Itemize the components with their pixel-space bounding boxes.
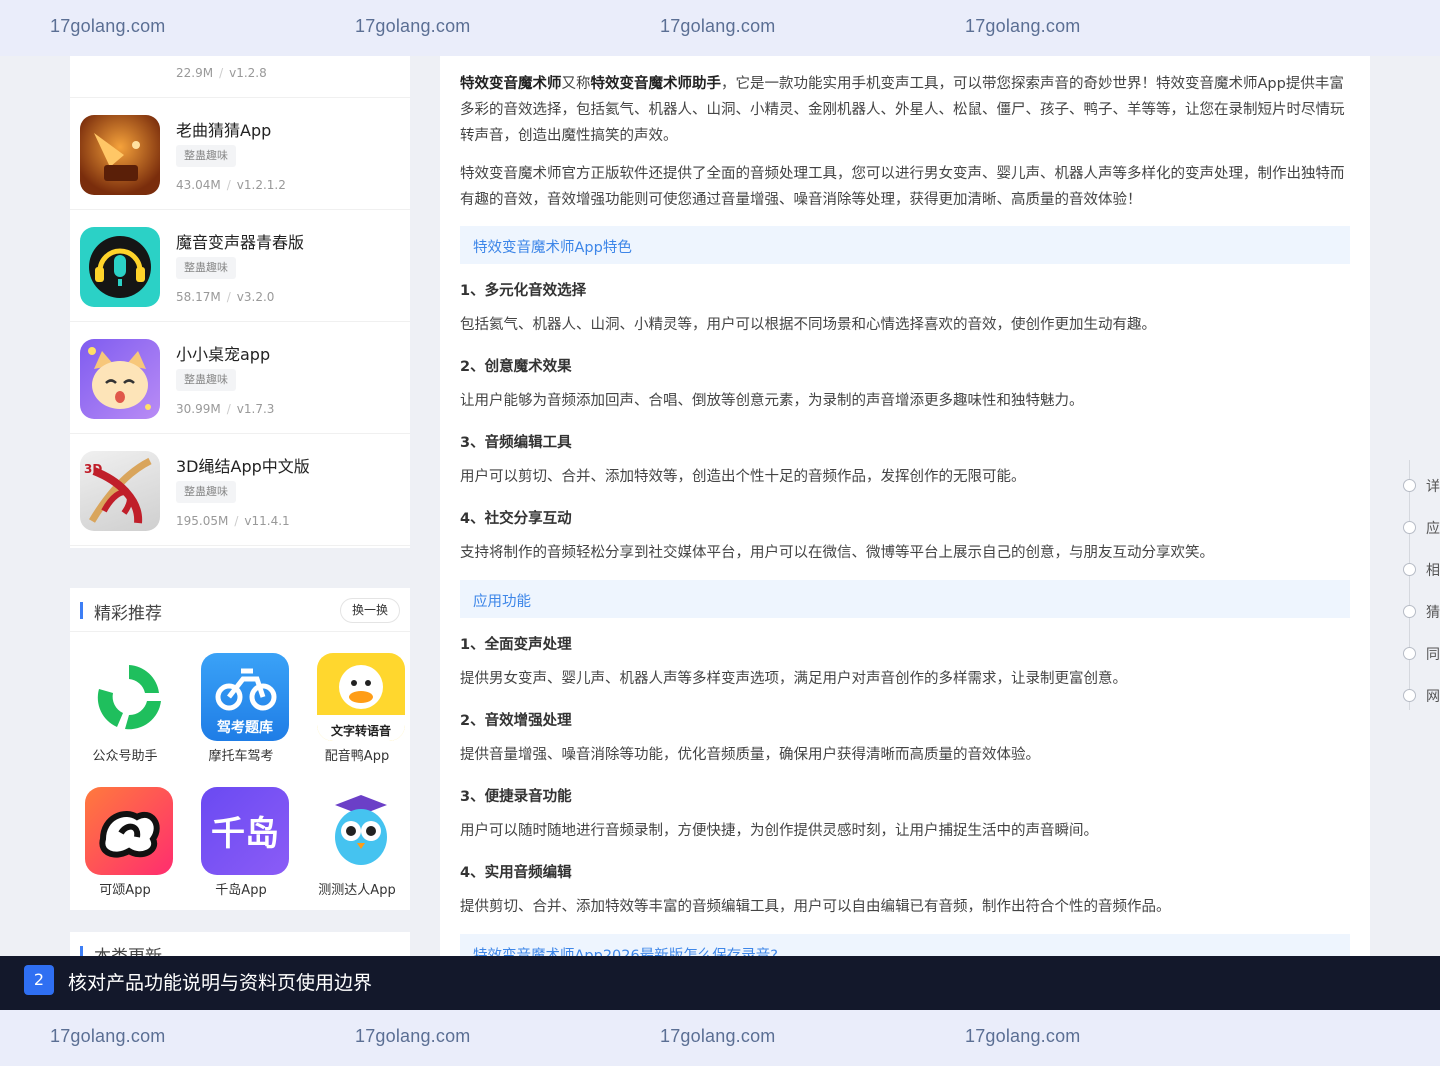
watermark-text: 17golang.com: [50, 1026, 166, 1046]
nav-item[interactable]: 相: [1426, 560, 1440, 580]
recommend-item-label: 摩托车驾考: [208, 749, 274, 764]
nav-dot[interactable]: [1403, 605, 1416, 618]
motorcycle-icon: 驾考题库: [201, 653, 289, 741]
item-heading: 2、音效增强处理: [460, 713, 572, 729]
icon-caption: 千岛: [211, 814, 279, 854]
article-content: 特效变音魔术师又称特效变音魔术师助手，它是一款功能实用手机变声工具，可以带您探索…: [440, 0, 1370, 956]
watermark-text: 17golang.com: [660, 1026, 776, 1046]
intro-paragraph: 特效变音魔术师又称特效变音魔术师助手，它是一款功能实用手机变声工具，可以带您探索…: [460, 76, 1345, 144]
wechat-assistant-icon: [85, 653, 173, 741]
item-heading: 3、音频编辑工具: [460, 435, 572, 451]
item-text: 提供剪切、合并、添加特效等丰富的音频编辑工具，用户可以自由编辑已有音频，制作出符…: [460, 899, 1171, 915]
item-heading: 1、多元化音效选择: [460, 283, 587, 299]
watermark-text: 17golang.com: [50, 16, 166, 36]
item-text: 支持将制作的音频轻松分享到社交媒体平台，用户可以在微信、微博等平台上展示自己的创…: [460, 545, 1214, 561]
app-meta: 195.05M / v11.4.1: [176, 514, 290, 528]
croissant-icon: [85, 787, 173, 875]
recommend-item[interactable]: 测测达人App: [302, 787, 412, 907]
item-heading: 1、全面变声处理: [460, 637, 572, 653]
left-sidebar: 22.9M / v1.2.8 老曲猜猜App 整蛊趣味 43.04M / v1.2.1.…: [70, 0, 410, 1012]
nav-dot[interactable]: [1403, 479, 1416, 492]
intro-paragraph-2: 特效变音魔术师官方正版软件还提供了全面的音频处理工具，您可以进行男女变声、婴儿声…: [460, 166, 1345, 208]
step-caption-bar: 2 核对产品功能说明与资料页使用边界: [0, 956, 1440, 1010]
watermark-text: 17golang.com: [355, 16, 471, 36]
step-number-badge: 2: [24, 965, 54, 995]
item-text: 包括氦气、机器人、山洞、小精灵等，用户可以根据不同场景和心情选择喜欢的音效，使创…: [460, 317, 1156, 333]
step-caption-text: 核对产品功能说明与资料页使用边界: [68, 972, 373, 994]
cat-pet-icon: [80, 339, 160, 419]
recommend-item[interactable]: 千岛 千岛App: [186, 787, 296, 907]
qiandao-icon: 千岛: [201, 787, 289, 875]
recommend-item[interactable]: 公众号助手: [70, 653, 180, 773]
nav-dot[interactable]: [1403, 563, 1416, 576]
list-item[interactable]: 魔音变声器青春版 整蛊趣味 58.17M / v3.2.0: [70, 210, 410, 322]
gramophone-icon: [80, 115, 160, 195]
item-heading: 4、社交分享互动: [460, 511, 572, 527]
section-header: 特效变音魔术师App特色: [460, 226, 1350, 264]
svg-text:3D: 3D: [84, 462, 102, 476]
item-text: 用户可以随时随地进行音频录制，方便快捷，为创作提供灵感时刻，让用户捕捉生活中的声…: [460, 823, 1098, 839]
app-meta: 58.17M / v3.2.0: [176, 290, 275, 304]
item-text: 提供男女变声、婴儿声、机器人声等多样变声选项，满足用户对声音创作的多样需求，让录…: [460, 671, 1127, 687]
recommend-item-label: 配音鸭App: [324, 749, 390, 764]
microphone-icon: [80, 227, 160, 307]
app-list: 22.9M / v1.2.8 老曲猜猜App 整蛊趣味 43.04M / v1.2.1.…: [70, 0, 410, 548]
section-header: 应用功能: [460, 580, 1350, 618]
nav-dot[interactable]: [1403, 521, 1416, 534]
nav-item[interactable]: 同: [1426, 644, 1440, 664]
rope-knot-icon: 3D: [80, 451, 160, 531]
recommend-item-label: 可颂App: [99, 883, 151, 898]
nav-item[interactable]: 猜: [1426, 602, 1440, 622]
app-meta: 30.99M / v1.7.3: [176, 402, 275, 416]
recommend-item-label: 千岛App: [215, 883, 267, 898]
recommend-item[interactable]: 文字转语音 配音鸭App: [302, 653, 412, 773]
item-text: 提供音量增强、噪音消除等功能，优化音频质量，确保用户获得清晰而高质量的音效体验。: [460, 747, 1040, 763]
watermark-bar-bottom: 17golang.com 17golang.com 17golang.com 1…: [0, 1010, 1440, 1066]
item-text: 用户可以剪切、合并、添加特效等，创造出个性十足的音频作品，发挥创作的无限可能。: [460, 469, 1026, 485]
swap-button[interactable]: 换一换: [340, 598, 400, 623]
recommend-panel: 精彩推荐 换一换 公众号助手 驾考题库 摩托车驾考 文字转语音 配音鸭App 可…: [70, 588, 410, 910]
duck-icon: 文字转语音: [317, 653, 405, 741]
item-heading: 3、便捷录音功能: [460, 789, 572, 805]
title-accent-bar: [80, 602, 83, 619]
app-tag[interactable]: 整蛊趣味: [176, 481, 236, 503]
list-item[interactable]: 老曲猜猜App 整蛊趣味 43.04M / v1.2.1.2: [70, 98, 410, 210]
app-name[interactable]: 小小桌宠app: [176, 341, 270, 365]
recommend-item[interactable]: 驾考题库 摩托车驾考: [186, 653, 296, 773]
app-meta: 22.9M / v1.2.8: [176, 66, 267, 80]
icon-caption: 文字转语音: [331, 723, 391, 738]
icon-caption: 驾考题库: [216, 719, 273, 736]
nav-item[interactable]: 网: [1426, 686, 1440, 706]
app-tag[interactable]: 整蛊趣味: [176, 369, 236, 391]
section-header: 特效变音魔术师App2026最新版怎么保存录音?: [460, 934, 1350, 956]
app-name[interactable]: 3D绳结App中文版: [176, 453, 310, 477]
watermark-text: 17golang.com: [965, 16, 1081, 36]
nav-line: [1409, 460, 1410, 710]
list-item[interactable]: 3D 3D绳结App中文版 整蛊趣味 195.05M / v11.4.1: [70, 434, 410, 546]
nav-dot[interactable]: [1403, 647, 1416, 660]
recommend-item-label: 测测达人App: [318, 883, 396, 898]
recommend-item-label: 公众号助手: [92, 749, 158, 764]
watermark-text: 17golang.com: [660, 16, 776, 36]
item-heading: 4、实用音频编辑: [460, 865, 572, 881]
recommend-title: 精彩推荐: [94, 604, 162, 624]
recommend-header: 精彩推荐 换一换: [70, 588, 410, 632]
app-tag[interactable]: 整蛊趣味: [176, 257, 236, 279]
owl-icon: [317, 787, 405, 875]
item-text: 让用户能够为音频添加回声、合唱、倒放等创意元素，为录制的声音增添更多趣味性和独特…: [460, 393, 1084, 409]
app-name[interactable]: 魔音变声器青春版: [176, 229, 304, 253]
item-heading: 2、创意魔术效果: [460, 359, 572, 375]
app-meta: 43.04M / v1.2.1.2: [176, 178, 286, 192]
nav-item[interactable]: 应: [1426, 518, 1440, 538]
app-name[interactable]: 老曲猜猜App: [176, 117, 271, 141]
nav-item[interactable]: 详: [1426, 476, 1440, 496]
watermark-text: 17golang.com: [355, 1026, 471, 1046]
article-outline-nav: 详 应 相 猜 同 网: [1400, 460, 1440, 710]
watermark-text: 17golang.com: [965, 1026, 1081, 1046]
watermark-bar-top: 17golang.com 17golang.com 17golang.com 1…: [0, 0, 1440, 56]
list-item[interactable]: 小小桌宠app 整蛊趣味 30.99M / v1.7.3: [70, 322, 410, 434]
recommend-item[interactable]: 可颂App: [70, 787, 180, 907]
nav-dot[interactable]: [1403, 689, 1416, 702]
app-tag[interactable]: 整蛊趣味: [176, 145, 236, 167]
